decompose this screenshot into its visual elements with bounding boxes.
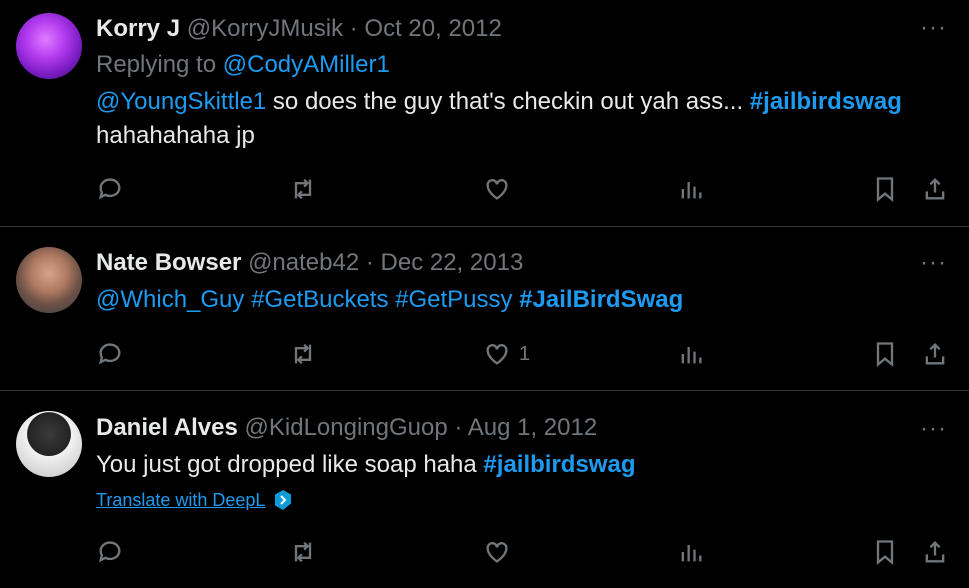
tweet[interactable]: Korry J @KorryJMusik · Oct 20, 2012 ··· … (0, 0, 969, 226)
views-icon (681, 182, 702, 199)
author-handle[interactable]: @KidLongingGuop (245, 414, 448, 441)
replying-to-link[interactable]: @CodyAMiller1 (223, 51, 390, 78)
avatar[interactable] (16, 411, 82, 477)
mention-hashtags[interactable]: @Which_Guy #GetBuckets #GetPussy (96, 286, 519, 313)
tweet-text-part: You just got dropped like soap haha (96, 451, 484, 478)
like-icon (486, 542, 508, 563)
retweet-icon (294, 541, 312, 563)
more-icon[interactable]: ··· (920, 417, 947, 441)
translate-link[interactable]: Translate with DeepL (96, 489, 293, 511)
views-button[interactable] (677, 538, 705, 566)
like-count: 1 (519, 342, 531, 365)
author-handle[interactable]: @KorryJMusik (187, 15, 343, 42)
avatar[interactable] (16, 13, 82, 79)
bookmark-button[interactable] (871, 538, 899, 566)
share-button[interactable] (921, 538, 949, 566)
author-name[interactable]: Korry J (96, 15, 180, 42)
retweet-icon (294, 343, 312, 365)
bookmark-icon (876, 540, 894, 565)
tweet-actions (96, 538, 956, 568)
mention-link[interactable]: @YoungSkittle1 (96, 88, 266, 115)
views-icon (681, 347, 702, 364)
avatar[interactable] (16, 247, 82, 313)
bookmark-button[interactable] (871, 340, 899, 368)
separator: · (343, 15, 365, 42)
like-icon (486, 344, 508, 365)
bookmark-button[interactable] (871, 175, 899, 203)
views-button[interactable] (677, 175, 705, 203)
tweet-text-part: so does the guy that's checkin out yah a… (266, 88, 750, 115)
tweet-text: @Which_Guy #GetBuckets #GetPussy #JailBi… (96, 283, 683, 317)
tweet-text-part: hahahahaha jp (96, 122, 255, 149)
tweet[interactable]: Nate Bowser @nateb42 · Dec 22, 2013 ··· … (0, 227, 969, 390)
like-button[interactable]: 1 (483, 340, 530, 368)
like-icon (486, 179, 508, 200)
bookmark-icon (876, 342, 894, 367)
author-name[interactable]: Nate Bowser (96, 249, 241, 276)
timestamp[interactable]: Aug 1, 2012 (468, 414, 597, 441)
hashtag-link[interactable]: #jailbirdswag (483, 451, 635, 478)
timestamp[interactable]: Oct 20, 2012 (364, 15, 501, 42)
author-handle[interactable]: @nateb42 (248, 249, 359, 276)
like-button[interactable] (483, 175, 519, 203)
reply-button[interactable] (96, 340, 124, 368)
retweet-button[interactable] (289, 538, 317, 566)
reply-icon (98, 343, 121, 365)
tweet-actions: 1 (96, 340, 956, 370)
views-icon (681, 545, 702, 562)
share-icon (925, 541, 945, 563)
reply-button[interactable] (96, 538, 124, 566)
tweet-text: @YoungSkittle1 so does the guy that's ch… (96, 85, 902, 153)
hashtag-link[interactable]: #jailbirdswag (750, 88, 902, 115)
tweet-header: Daniel Alves @KidLongingGuop · Aug 1, 20… (96, 413, 597, 443)
replying-label: Replying to (96, 51, 223, 78)
share-icon (925, 343, 945, 365)
replying-to: Replying to @CodyAMiller1 (96, 50, 390, 80)
deepl-icon (275, 490, 292, 510)
more-icon[interactable]: ··· (920, 251, 947, 275)
separator: · (447, 414, 468, 441)
reply-icon (98, 541, 121, 563)
like-button[interactable] (483, 538, 519, 566)
tweet-text: You just got dropped like soap haha #jai… (96, 448, 635, 482)
share-button[interactable] (921, 175, 949, 203)
tweet-header: Nate Bowser @nateb42 · Dec 22, 2013 (96, 248, 523, 278)
hashtag-link[interactable]: #JailBirdSwag (519, 286, 683, 313)
reply-icon (98, 178, 121, 200)
translate-label[interactable]: Translate with DeepL (96, 490, 265, 511)
retweet-button[interactable] (289, 175, 317, 203)
share-button[interactable] (921, 340, 949, 368)
tweet-actions (96, 175, 956, 205)
reply-button[interactable] (96, 175, 124, 203)
retweet-button[interactable] (289, 340, 317, 368)
views-button[interactable] (677, 340, 705, 368)
bookmark-icon (876, 177, 894, 202)
author-name[interactable]: Daniel Alves (96, 414, 238, 441)
share-icon (925, 178, 945, 200)
retweet-icon (294, 178, 312, 200)
tweet[interactable]: Daniel Alves @KidLongingGuop · Aug 1, 20… (0, 391, 969, 588)
more-icon[interactable]: ··· (920, 16, 947, 40)
separator: · (359, 249, 381, 276)
tweet-header: Korry J @KorryJMusik · Oct 20, 2012 (96, 14, 502, 44)
timestamp[interactable]: Dec 22, 2013 (381, 249, 524, 276)
